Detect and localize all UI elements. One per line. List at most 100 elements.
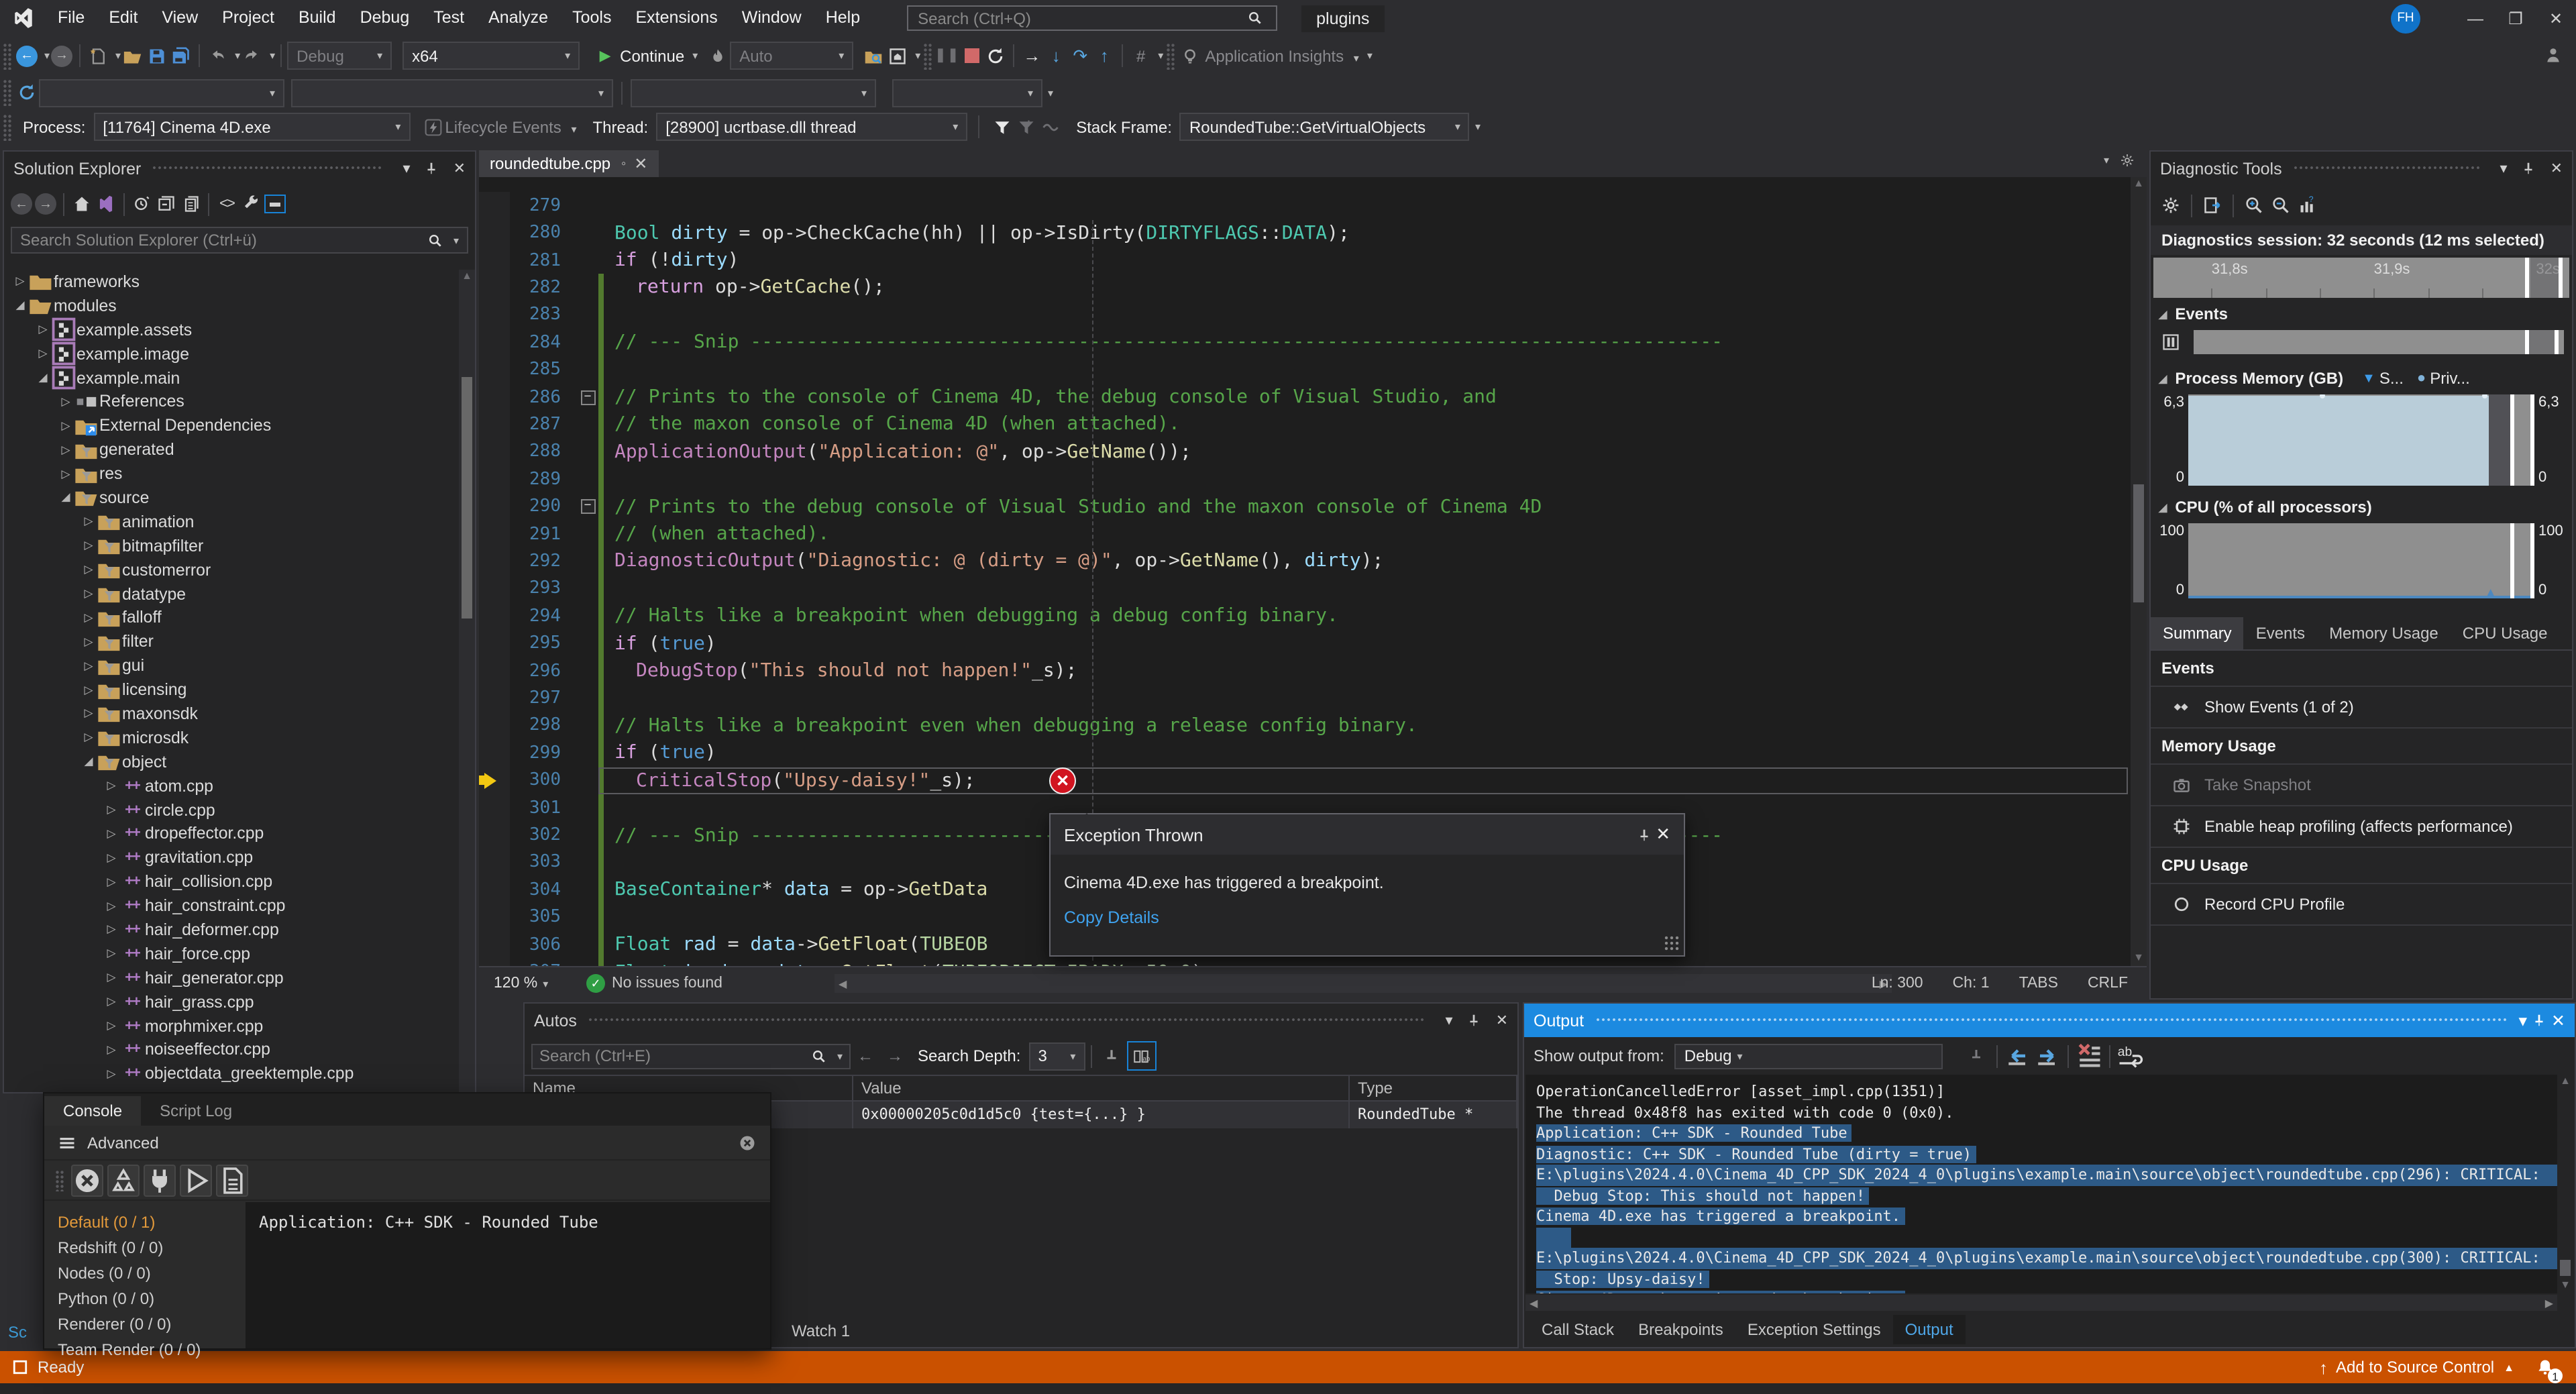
avatar[interactable]: FH xyxy=(2391,3,2420,33)
undo-icon[interactable] xyxy=(205,44,229,68)
code-line-290[interactable]: 290−// Prints to the debug console of Vi… xyxy=(479,493,2147,521)
copy-details-link[interactable]: Copy Details xyxy=(1051,892,1684,927)
collapse-all-icon[interactable] xyxy=(154,192,178,216)
next-message-icon[interactable] xyxy=(2033,1041,2063,1071)
minimize-button[interactable]: — xyxy=(2455,9,2496,28)
feedback-icon[interactable] xyxy=(2541,43,2565,67)
breakpoint-margin[interactable] xyxy=(479,657,510,685)
menu-window[interactable]: Window xyxy=(730,0,814,36)
breakpoint-margin[interactable] xyxy=(479,466,510,493)
stop-icon[interactable] xyxy=(959,44,983,68)
code-line-282[interactable]: 282return op->GetCache(); xyxy=(479,274,2147,301)
collapsed-arrow-icon[interactable]: ▷ xyxy=(103,971,119,985)
tree-item-customerror[interactable]: ▷customerror xyxy=(4,557,459,582)
code-line-298[interactable]: 298// Halts like a breakpoint even when … xyxy=(479,712,2147,739)
menu-extensions[interactable]: Extensions xyxy=(623,0,729,36)
notifications-bell-icon[interactable]: 1 xyxy=(2533,1355,2557,1379)
word-wrap-icon[interactable]: ab xyxy=(2116,1041,2146,1071)
expanded-arrow-icon[interactable]: ◢ xyxy=(35,370,51,385)
editor-horizontal-scrollbar[interactable]: ◀▶ xyxy=(835,974,1892,993)
funnel-flag-icon[interactable] xyxy=(1014,115,1038,139)
menu-analyze[interactable]: Analyze xyxy=(476,0,560,36)
tree-item-hair-force-cpp[interactable]: ▷++hair_force.cpp xyxy=(4,942,459,966)
code-line-293[interactable]: 293 xyxy=(479,575,2147,602)
tree-item-datatype[interactable]: ▷datatype xyxy=(4,582,459,606)
code-line-295[interactable]: 295if (true) xyxy=(479,630,2147,657)
code-line-289[interactable]: 289 xyxy=(479,466,2147,493)
search-icon[interactable] xyxy=(424,228,448,252)
collapsed-arrow-icon[interactable]: ▷ xyxy=(80,658,97,673)
breakpoint-margin[interactable] xyxy=(479,274,510,301)
chevron-down-icon[interactable]: ▾ xyxy=(2500,160,2508,177)
memory-section-header[interactable]: ◢Process Memory (GB) ▼ S... ● Priv... xyxy=(2151,362,2572,394)
empty-combo-1[interactable]: ▾ xyxy=(39,78,284,107)
channel-renderer-0-0[interactable]: Renderer (0 / 0) xyxy=(44,1312,246,1338)
close-button[interactable]: ✕ xyxy=(2536,9,2576,28)
output-horizontal-scrollbar[interactable]: ◀▶ xyxy=(1525,1295,2557,1311)
step-over-icon[interactable]: ↷ xyxy=(1068,44,1092,68)
column-value[interactable]: Value xyxy=(853,1076,1350,1100)
tree-item-maxonsdk[interactable]: ▷maxonsdk xyxy=(4,702,459,726)
document-button[interactable] xyxy=(216,1164,248,1196)
open-folder-icon[interactable] xyxy=(121,44,145,68)
solution-search-input[interactable]: Search Solution Explorer (Ctrl+ü) ▾ xyxy=(11,227,468,254)
step-into-icon[interactable]: ↓ xyxy=(1044,44,1068,68)
cpu-section-header[interactable]: ◢CPU (% of all processors) xyxy=(2151,491,2572,523)
expanded-arrow-icon[interactable]: ◢ xyxy=(12,299,28,313)
code-line-281[interactable]: 281if (!dirty) xyxy=(479,247,2147,274)
tree-item-filter[interactable]: ▷filter xyxy=(4,630,459,654)
search-input[interactable]: Search (Ctrl+Q) xyxy=(907,5,1277,31)
tree-item-animation[interactable]: ▷animation xyxy=(4,510,459,534)
code-line-284[interactable]: 284// --- Snip -------------------------… xyxy=(479,329,2147,356)
forward-arrow-icon[interactable]: → xyxy=(50,44,74,68)
fold-margin[interactable]: − xyxy=(577,499,598,514)
exception-popup-title[interactable]: Exception Thrown ✕ xyxy=(1051,814,1684,855)
collapsed-arrow-icon[interactable]: ▷ xyxy=(58,419,74,433)
funnel-icon[interactable] xyxy=(990,115,1014,139)
collapsed-arrow-icon[interactable]: ▷ xyxy=(80,682,97,697)
menu-test[interactable]: Test xyxy=(421,0,476,36)
tab-summary[interactable]: Summary xyxy=(2151,617,2244,649)
code-line-296[interactable]: 296DebugStop("This should not happen!"_s… xyxy=(479,657,2147,685)
eol-indicator[interactable]: CRLF xyxy=(2088,975,2128,991)
tree-item-bitmapfilter[interactable]: ▷bitmapfilter xyxy=(4,534,459,558)
zoom-in-icon[interactable] xyxy=(2242,193,2266,217)
collapsed-arrow-icon[interactable]: ▷ xyxy=(58,466,74,481)
breakpoint-margin[interactable] xyxy=(479,931,510,959)
tab-close-icon[interactable]: ✕ xyxy=(634,154,647,173)
breakpoint-margin[interactable] xyxy=(479,192,510,219)
pin-icon[interactable] xyxy=(1631,822,1656,847)
lifecycle-events-select[interactable]: Lifecycle Events ▾ xyxy=(445,117,576,136)
console-tab-console[interactable]: Console xyxy=(44,1096,141,1126)
zoom-select[interactable]: 120 %▾ xyxy=(487,971,570,996)
collapsed-arrow-icon[interactable]: ▷ xyxy=(80,562,97,577)
properties-wrench-icon[interactable] xyxy=(239,192,263,216)
collapsed-arrow-icon[interactable]: ▷ xyxy=(80,731,97,745)
breakpoint-margin[interactable] xyxy=(479,904,510,931)
tab-memory-usage[interactable]: Memory Usage xyxy=(2317,617,2451,649)
hamburger-menu-icon[interactable] xyxy=(55,1130,79,1155)
menu-edit[interactable]: Edit xyxy=(97,0,150,36)
tree-item-hair-grass-cpp[interactable]: ▷++hair_grass.cpp xyxy=(4,989,459,1014)
bolt-icon[interactable] xyxy=(421,115,445,139)
folder-search-icon[interactable] xyxy=(861,44,885,68)
search-depth-select[interactable]: 3▾ xyxy=(1028,1042,1085,1070)
output-log[interactable]: OperationCancelledError [asset_impl.cpp(… xyxy=(1525,1075,2557,1293)
tab-roundedtube[interactable]: roundedtube.cpp ◦ ✕ xyxy=(479,150,658,177)
tab-output[interactable]: Output xyxy=(1893,1315,1966,1344)
selection-handle[interactable] xyxy=(2526,258,2530,298)
expanded-arrow-icon[interactable]: ◢ xyxy=(80,755,97,769)
health-status[interactable]: No issues found xyxy=(612,975,722,991)
collapsed-arrow-icon[interactable]: ▷ xyxy=(80,610,97,625)
tree-item-noiseeffector-cpp[interactable]: ▷++noiseeffector.cpp xyxy=(4,1038,459,1062)
clear-all-icon[interactable] xyxy=(2075,1041,2104,1071)
tree-item-objectdata-greektemple-cpp[interactable]: ▷++objectdata_greektemple.cpp xyxy=(4,1062,459,1086)
collapsed-arrow-icon[interactable]: ▷ xyxy=(35,322,51,337)
breakpoint-margin[interactable] xyxy=(479,411,510,439)
code-line-307[interactable]: 307Float iradx = data->GetFloat(TUBEOBJE… xyxy=(479,959,2147,966)
chart-options-icon[interactable]: ? xyxy=(2296,193,2320,217)
code-line-287[interactable]: 287// the maxon console of Cinema 4D (wh… xyxy=(479,411,2147,439)
collapsed-arrow-icon[interactable]: ▷ xyxy=(103,802,119,817)
breakpoint-margin[interactable] xyxy=(479,329,510,356)
exception-thrown-icon[interactable]: ✕ xyxy=(1049,767,1076,794)
